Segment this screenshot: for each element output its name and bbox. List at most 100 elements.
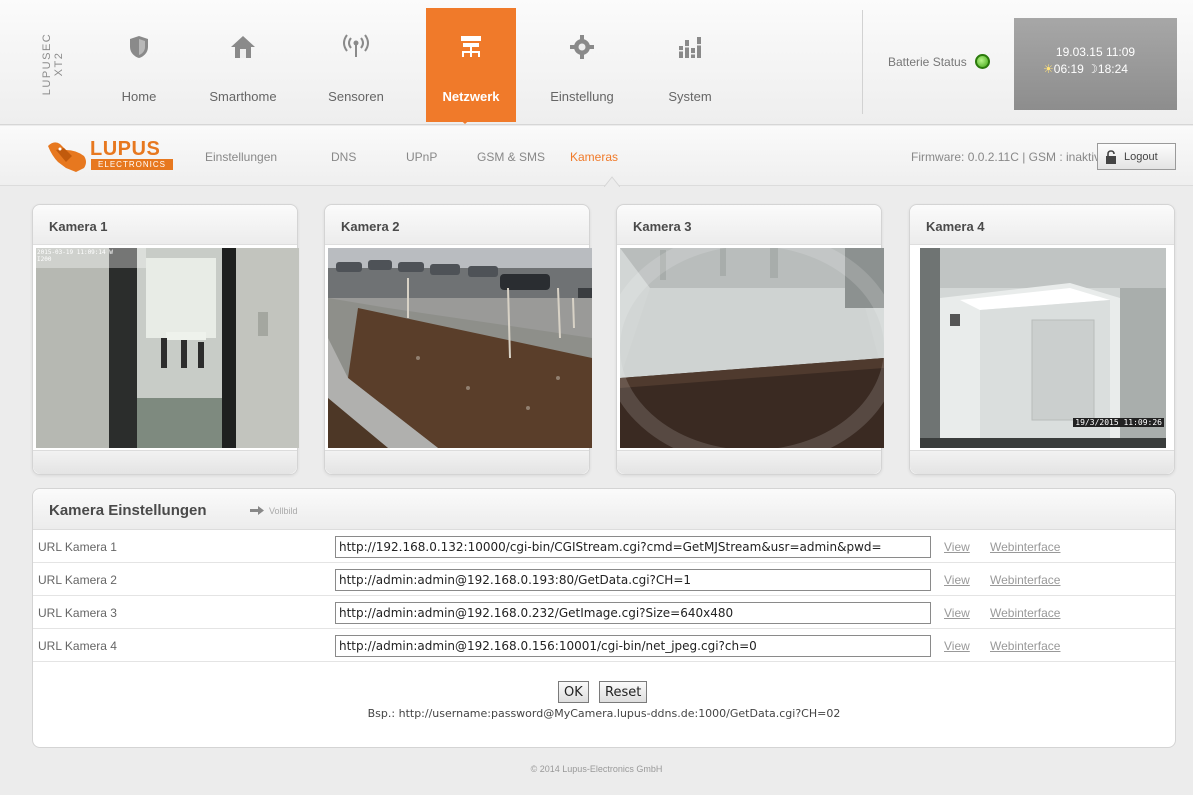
camera-feed-3[interactable] [620, 248, 884, 448]
clock-panel: 19.03.15 11:09 ☀06:19 ☽18:24 [1014, 18, 1177, 110]
camera-feed-4[interactable]: 19/3/2015 11:09:26 [920, 248, 1166, 448]
camera-card-footer [617, 450, 881, 474]
sun-times: ☀06:19 ☽18:24 [1043, 62, 1128, 76]
moon-icon: ☽ [1087, 62, 1098, 76]
nav-label: Home [121, 89, 157, 104]
url-label: URL Kamera 2 [38, 573, 117, 587]
logo-wordmark: LUPUS [90, 138, 161, 160]
url-input-kamera-3[interactable] [335, 602, 931, 624]
clock-datetime: 19.03.15 11:09 [1055, 45, 1136, 59]
camera-card-header: Kamera 4 [910, 205, 1174, 245]
view-link[interactable]: View [944, 606, 970, 620]
view-link[interactable]: View [944, 573, 970, 587]
nav-item-home[interactable]: Home [94, 8, 184, 122]
subnav-gsm-sms[interactable]: GSM & SMS [477, 150, 545, 164]
camera-card-footer [33, 450, 297, 474]
camera-card-header: Kamera 2 [325, 205, 589, 245]
url-input-kamera-1[interactable] [335, 536, 931, 558]
subnav-einstellungen[interactable]: Einstellungen [205, 150, 277, 164]
footer-copyright: © 2014 Lupus-Electronics GmbH [530, 764, 663, 774]
url-row-4: URL Kamera 4 View Webinterface [33, 630, 1175, 662]
battery-status-label: Batterie Status [888, 55, 967, 69]
logout-button[interactable]: Logout [1097, 143, 1176, 170]
webinterface-link[interactable]: Webinterface [990, 606, 1060, 620]
sun-icon: ☀ [1043, 62, 1054, 76]
reset-button[interactable]: Reset [599, 681, 648, 703]
settings-title: Kamera Einstellungen [49, 502, 207, 519]
url-label: URL Kamera 1 [38, 540, 117, 554]
view-link[interactable]: View [944, 639, 970, 653]
camera-card-footer [910, 450, 1174, 474]
active-nav-pointer [456, 116, 474, 124]
camera-timestamp: 19/3/2015 11:09:26 [1073, 418, 1164, 427]
subnav-upnp[interactable]: UPnP [406, 150, 437, 164]
nav-item-system[interactable]: System [645, 8, 735, 122]
sunset-time: 18:24 [1097, 62, 1128, 76]
product-name: LUPUSEC XT2 [36, 22, 70, 106]
dog-logo-icon [48, 142, 86, 172]
camera-card-header: Kamera 3 [617, 205, 881, 245]
camera-card-2: Kamera 2 [324, 204, 592, 475]
url-input-kamera-4[interactable] [335, 635, 931, 657]
sunrise-time: 06:19 [1053, 62, 1084, 76]
nav-label: Netzwerk [442, 89, 500, 104]
url-row-1: URL Kamera 1 View Webinterface [33, 531, 1175, 563]
webinterface-link[interactable]: Webinterface [990, 573, 1060, 587]
camera-card-3: Kamera 3 [616, 204, 884, 475]
nav-item-smarthome[interactable]: Smarthome [198, 8, 288, 122]
fullscreen-link[interactable]: Vollbild [269, 506, 298, 516]
url-example-hint: Bsp.: http://username:password@MyCamera.… [367, 707, 841, 720]
camera-title: Kamera 1 [49, 219, 108, 234]
lupus-logo: LUPUS ELECTRONICS [46, 138, 176, 174]
camera-image-office [36, 248, 299, 448]
sub-nav-bar: LUPUS ELECTRONICS Einstellungen DNS UPnP… [0, 126, 1193, 186]
url-row-3: URL Kamera 3 View Webinterface [33, 597, 1175, 629]
camera-feed-2[interactable] [328, 248, 592, 448]
bars-icon [679, 37, 701, 58]
ok-button[interactable]: OK [558, 681, 589, 703]
settings-header: Kamera Einstellungen Vollbild [33, 489, 1175, 530]
sensor-icon [343, 34, 369, 57]
camera-timestamp: 2015-03-19 11:09:14 W [37, 249, 113, 256]
nav-item-netzwerk[interactable]: Netzwerk [426, 8, 516, 122]
house-icon [231, 36, 255, 58]
top-bar: LUPUSEC XT2 Home Smarthome Sensoren Netzw… [0, 0, 1193, 125]
arrow-right-icon [250, 506, 264, 515]
camera-overlay-label: I200 [37, 256, 52, 263]
webinterface-link[interactable]: Webinterface [990, 639, 1060, 653]
network-icon [461, 36, 481, 57]
battery-status-indicator [975, 54, 990, 69]
active-subnav-pointer [604, 176, 620, 187]
subnav-dns[interactable]: DNS [331, 150, 356, 164]
camera-card-1: Kamera 1 2015-03-19 11:09:14 W I200 [32, 204, 299, 475]
shield-icon [130, 36, 148, 58]
nav-item-sensoren[interactable]: Sensoren [311, 8, 401, 122]
camera-settings-panel: Kamera Einstellungen Vollbild URL Kamera… [32, 488, 1176, 748]
lock-icon [1106, 150, 1116, 164]
nav-label: Einstellung [550, 89, 614, 104]
url-label: URL Kamera 4 [38, 639, 117, 653]
product-name-line2: XT2 [53, 51, 65, 77]
logout-label: Logout [1124, 151, 1158, 163]
camera-card-header: Kamera 1 [33, 205, 297, 245]
nav-item-einstellung[interactable]: Einstellung [537, 8, 627, 122]
camera-title: Kamera 3 [633, 219, 692, 234]
divider [862, 10, 863, 114]
camera-card-4: Kamera 4 19/3/2015 11:09:26 [909, 204, 1175, 475]
camera-title: Kamera 4 [926, 219, 985, 234]
camera-image-hallway [620, 248, 884, 448]
webinterface-link[interactable]: Webinterface [990, 540, 1060, 554]
camera-image-parking [328, 248, 592, 448]
logo-subtitle: ELECTRONICS [91, 159, 173, 170]
view-link[interactable]: View [944, 540, 970, 554]
firmware-status: Firmware: 0.0.2.11C | GSM : inaktiv [911, 150, 1100, 164]
camera-title: Kamera 2 [341, 219, 400, 234]
url-label: URL Kamera 3 [38, 606, 117, 620]
gear-icon [570, 35, 594, 59]
url-input-kamera-2[interactable] [335, 569, 931, 591]
product-name-line1: LUPUSEC [41, 32, 53, 96]
camera-feed-1[interactable]: 2015-03-19 11:09:14 W I200 [36, 248, 299, 448]
camera-card-footer [325, 450, 589, 474]
subnav-kameras[interactable]: Kameras [570, 150, 618, 164]
nav-label: Smarthome [209, 89, 277, 104]
